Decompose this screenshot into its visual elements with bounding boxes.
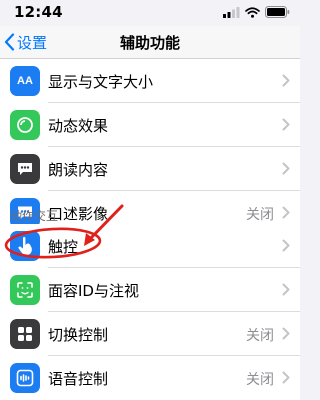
back-button[interactable]: 设置 (4, 30, 47, 54)
motion-icon (10, 110, 40, 140)
status-bar: 12:44 (0, 0, 300, 26)
setting-label: 面容ID与注视 (48, 282, 139, 300)
chevron-right-icon (282, 162, 290, 175)
text-size-icon: AA (10, 66, 40, 96)
chevron-right-icon (282, 327, 290, 340)
setting-row-motion[interactable]: 动态效果 (0, 103, 300, 147)
touch-hand-icon (10, 231, 40, 261)
interaction-settings-list: 触控 面容ID与注视 切换控制 关闭 语音控制 关闭 (0, 224, 300, 400)
setting-row-switch-control[interactable]: 切换控制 关闭 (0, 312, 300, 356)
setting-label: 朗读内容 (48, 161, 109, 179)
setting-value: 关闭 (246, 372, 274, 388)
setting-label: 触控 (48, 238, 79, 256)
setting-row-touch[interactable]: 触控 (0, 224, 300, 268)
chevron-right-icon (282, 206, 290, 219)
section-header-interaction: 动作交互 (10, 209, 59, 223)
switch-control-icon (10, 319, 40, 349)
chevron-right-icon (282, 239, 290, 252)
setting-row-display-text-size[interactable]: AA 显示与文字大小 (0, 59, 300, 103)
chevron-right-icon (282, 74, 290, 87)
chevron-right-icon (282, 118, 290, 131)
chevron-right-icon (282, 283, 290, 296)
chevron-right-icon (282, 371, 290, 384)
back-button-label: 设置 (17, 33, 48, 52)
setting-label: 显示与文字大小 (48, 73, 154, 91)
setting-row-spoken-content[interactable]: 朗读内容 (0, 147, 300, 191)
speech-bubble-icon (10, 154, 40, 184)
setting-value: 关闭 (246, 328, 274, 344)
setting-label: 切换控制 (48, 326, 109, 344)
setting-row-voice-control[interactable]: 语音控制 关闭 (0, 356, 300, 400)
status-time: 12:44 (14, 3, 63, 21)
setting-label: 语音控制 (48, 370, 109, 388)
setting-row-face-id-attention[interactable]: 面容ID与注视 (0, 268, 300, 312)
wifi-icon (245, 6, 260, 18)
status-icons (223, 6, 290, 18)
chevron-left-icon (4, 33, 15, 51)
setting-label: 动态效果 (48, 117, 109, 135)
navigation-bar: 设置 辅助功能 (0, 26, 300, 59)
face-id-icon (10, 275, 40, 305)
cellular-signal-icon (223, 6, 240, 18)
battery-icon (265, 6, 290, 18)
setting-value: 关闭 (246, 207, 274, 223)
